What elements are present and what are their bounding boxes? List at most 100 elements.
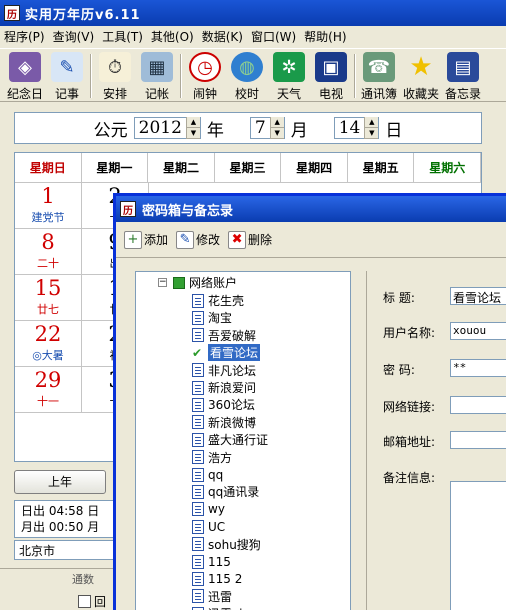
tree-item[interactable]: ✔ 看雪论坛: [192, 344, 261, 362]
tree-item[interactable]: 360论坛: [192, 396, 255, 413]
tree-item[interactable]: sohu搜狗: [192, 536, 261, 553]
calendar-app-icon: 历: [4, 5, 20, 21]
month-value[interactable]: 7: [251, 118, 270, 138]
menu-data[interactable]: 数据(K): [202, 28, 243, 45]
tree-item-label: 115: [208, 554, 231, 569]
calendar-day-cell[interactable]: 8 二十: [15, 229, 82, 275]
menu-tools[interactable]: 工具(T): [102, 28, 143, 45]
year-up-arrow-icon[interactable]: ▲: [186, 117, 200, 128]
year-value[interactable]: 2012: [135, 118, 186, 138]
tree-item[interactable]: 淘宝: [192, 309, 232, 326]
day-down-arrow-icon[interactable]: ▼: [365, 128, 379, 139]
month-unit-label: 月: [290, 120, 308, 141]
tree-item[interactable]: 浩方: [192, 449, 232, 466]
menu-help[interactable]: 帮助(H): [304, 28, 346, 45]
address-book-icon: ☎: [363, 52, 395, 82]
weekday-sunday: 星期日: [15, 153, 82, 183]
email-field[interactable]: [450, 431, 506, 449]
calendar-day-cell[interactable]: 15 廿七: [15, 275, 82, 321]
toolbar-memo-button[interactable]: ▤ 备忘录: [442, 49, 484, 103]
account-detail-form: 标 题: 看雪论坛 用户名称: xouou 密 码: ** 网络链接: 邮箱地址…: [366, 271, 506, 610]
day-up-arrow-icon[interactable]: ▲: [365, 117, 379, 128]
tree-item[interactable]: 新浪微博: [192, 414, 256, 431]
tree-item[interactable]: 非凡论坛: [192, 362, 256, 379]
previous-year-button[interactable]: 上年: [14, 470, 106, 494]
toolbar-favorites-button[interactable]: ★ 收藏夹: [400, 49, 442, 103]
document-icon: [192, 397, 204, 412]
password-field[interactable]: **: [450, 359, 506, 377]
tree-item[interactable]: 新浪爱问: [192, 379, 256, 396]
reply-checkbox[interactable]: [78, 595, 91, 608]
tree-item[interactable]: 115: [192, 553, 231, 570]
tree-item[interactable]: 花生壳: [192, 292, 244, 309]
tree-item-label: 花生壳: [208, 294, 245, 308]
tree-item-label: UC: [208, 519, 226, 534]
toolbar-sync-time-button[interactable]: ◍ 校时: [226, 49, 268, 103]
weekday-tuesday: 星期二: [148, 153, 215, 183]
toolbar-schedule-button[interactable]: ⏱ 安排: [94, 49, 136, 103]
tree-item[interactable]: 盛大通行证: [192, 431, 268, 448]
document-icon: [192, 589, 204, 604]
calendar-day-cell[interactable]: 29 十一: [15, 367, 82, 413]
sun-moon-info: 日出 04:58 日 月出 00:50 月: [14, 500, 114, 538]
menu-window[interactable]: 窗口(W): [251, 28, 296, 45]
month-spinner[interactable]: 7 ▲ ▼: [249, 117, 285, 139]
menu-program[interactable]: 程序(P): [4, 28, 45, 45]
city-select[interactable]: 北京市: [14, 540, 114, 560]
toolbar-anniversary-button[interactable]: ◈ 纪念日: [4, 49, 46, 103]
username-field[interactable]: xouou: [450, 322, 506, 340]
tree-item[interactable]: 迅雷: [192, 588, 232, 605]
partial-label: 通数: [72, 573, 94, 586]
toolbar-weather-button[interactable]: ✲ 天气: [268, 49, 310, 103]
link-field[interactable]: [450, 396, 506, 414]
memo-icon: ▤: [447, 52, 479, 82]
menu-bar: 程序(P) 查询(V) 工具(T) 其他(O) 数据(K) 窗口(W) 帮助(H…: [0, 26, 506, 46]
notes-textarea[interactable]: [450, 481, 506, 610]
tree-item[interactable]: qq通讯录: [192, 483, 259, 500]
main-toolbar: ◈ 纪念日 ✎ 记事 ⏱ 安排 ▦ 记帐 ◷ 闹钟 ◍ 校时 ✲ 天气 ▣ 电视…: [0, 48, 506, 102]
tree-item[interactable]: 迅雷vip: [192, 605, 250, 610]
collapse-icon[interactable]: −: [158, 278, 167, 287]
add-page-icon: +: [124, 230, 142, 249]
year-spinner[interactable]: 2012 ▲ ▼: [133, 117, 201, 139]
delete-button[interactable]: ✖ 删除: [228, 230, 272, 249]
dialog-title-bar[interactable]: 历 密码箱与备忘录: [116, 196, 506, 222]
main-title-bar[interactable]: 历 实用万年历v6.11: [0, 0, 506, 26]
edit-button[interactable]: ✎ 修改: [176, 230, 220, 249]
weekday-thursday: 星期四: [281, 153, 348, 183]
tree-item-label: 新浪爱问: [208, 381, 257, 395]
tree-item[interactable]: 115 2: [192, 570, 242, 587]
menu-other[interactable]: 其他(O): [151, 28, 194, 45]
day-spinner[interactable]: 14 ▲ ▼: [333, 117, 380, 139]
tree-item[interactable]: wy: [192, 501, 225, 518]
month-up-arrow-icon[interactable]: ▲: [270, 117, 284, 128]
title-field[interactable]: 看雪论坛: [450, 287, 506, 305]
reply-checkbox-label: 回复: [94, 595, 107, 609]
menu-query[interactable]: 查询(V): [53, 28, 95, 45]
tree-item[interactable]: 吾爱破解: [192, 327, 256, 344]
tree-item-label: 盛大通行证: [208, 433, 269, 448]
tree-root-network-accounts[interactable]: − 网络账户: [158, 274, 237, 291]
tree-item[interactable]: UC: [192, 518, 225, 535]
calendar-day-cell[interactable]: 22 ◎大暑: [15, 321, 82, 367]
year-down-arrow-icon[interactable]: ▼: [186, 128, 200, 139]
calendar-day-cell[interactable]: 1 建党节: [15, 183, 82, 229]
add-button[interactable]: + 添加: [124, 230, 168, 249]
tree-item[interactable]: qq: [192, 466, 223, 483]
username-field-label: 用户名称:: [383, 326, 436, 340]
toolbar-alarm-button[interactable]: ◷ 闹钟: [184, 49, 226, 103]
day-value[interactable]: 14: [335, 118, 365, 138]
moonrise-text: 月出 00:50 月: [21, 520, 100, 534]
toolbar-address-book-button[interactable]: ☎ 通讯簿: [358, 49, 400, 103]
toolbar-ledger-button[interactable]: ▦ 记帐: [136, 49, 178, 103]
toolbar-notes-button[interactable]: ✎ 记事: [46, 49, 88, 103]
tree-item-label: 迅雷vip: [208, 605, 250, 610]
document-icon: [192, 293, 204, 308]
password-memo-dialog: 历 密码箱与备忘录 + 添加 ✎ 修改 ✖ 删除 − 网络账户 花生壳 淘宝 吾爱破…: [113, 193, 506, 610]
account-tree[interactable]: − 网络账户 花生壳 淘宝 吾爱破解 ✔ 看雪论坛 非凡论坛新浪爱问 360论坛 新浪微博盛大…: [135, 271, 351, 610]
document-icon: [192, 328, 204, 343]
toolbar-tv-button[interactable]: ▣ 电视: [310, 49, 352, 103]
document-icon: [192, 415, 204, 430]
month-down-arrow-icon[interactable]: ▼: [270, 128, 284, 139]
date-selector: 公元 2012 ▲ ▼ 年 7 ▲ ▼ 月 14 ▲ ▼ 日: [14, 112, 482, 144]
